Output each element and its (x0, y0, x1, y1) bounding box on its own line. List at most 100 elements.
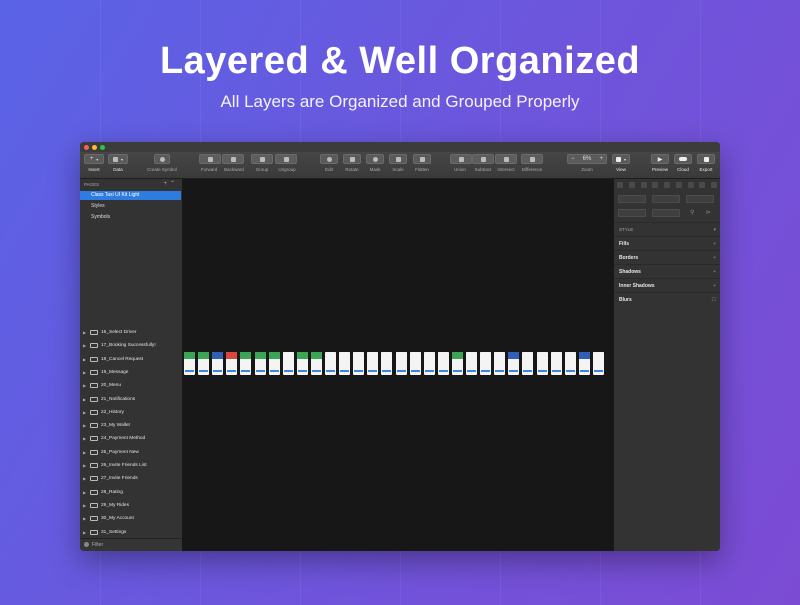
artboard-thumbnail[interactable] (226, 352, 238, 375)
x-position-field[interactable] (618, 195, 646, 203)
layer-row[interactable]: ▶ 30_My Account (80, 512, 181, 525)
artboard-thumbnail[interactable] (480, 352, 492, 375)
resize-icon[interactable] (711, 182, 717, 188)
layer-row[interactable]: ▶ 28_Rating (80, 486, 181, 499)
canvas[interactable] (182, 179, 613, 551)
align-right-icon[interactable] (640, 182, 647, 188)
layer-row[interactable]: ▶ 21_Notifications (80, 393, 181, 406)
edit-button[interactable]: Edit (319, 154, 339, 172)
artboard-thumbnail[interactable] (254, 352, 266, 375)
y-position-field[interactable] (652, 195, 680, 203)
artboard-thumbnail[interactable] (451, 352, 463, 375)
disclosure-arrow-icon[interactable]: ▶ (83, 393, 88, 406)
artboard-thumbnail[interactable] (437, 352, 449, 375)
disclosure-arrow-icon[interactable]: ▶ (83, 379, 88, 392)
add-border-icon[interactable]: + (713, 251, 716, 265)
add-fill-icon[interactable]: + (713, 237, 716, 251)
layer-row[interactable]: ▶ 16_Select Driver (80, 326, 181, 339)
difference-button[interactable]: Difference (519, 154, 545, 172)
layer-row[interactable]: ▶ 25_Payment New (80, 446, 181, 459)
mask-button[interactable]: Mask (365, 154, 385, 172)
view-button[interactable]: ▾ View (612, 154, 630, 172)
artboard-thumbnail[interactable] (466, 352, 477, 375)
shadows-section[interactable]: Shadows + (614, 264, 720, 278)
filter-bar[interactable]: Filter (80, 538, 181, 551)
artboard-thumbnail[interactable] (310, 352, 322, 375)
artboard-thumbnail[interactable] (564, 352, 576, 375)
union-button[interactable]: Union (450, 154, 472, 172)
ungroup-button[interactable]: Ungroup (275, 154, 299, 172)
align-top-icon[interactable] (652, 182, 659, 188)
artboard-thumbnail[interactable] (409, 352, 421, 375)
artboard-thumbnail[interactable] (522, 352, 534, 375)
artboard-thumbnail[interactable] (325, 352, 336, 375)
close-window-button[interactable] (84, 145, 89, 150)
disclosure-arrow-icon[interactable]: ▶ (83, 339, 88, 352)
layer-row[interactable]: ▶ 19_Message (80, 366, 181, 379)
disclosure-arrow-icon[interactable]: ▶ (83, 446, 88, 459)
disclosure-arrow-icon[interactable]: ▶ (83, 366, 88, 379)
backward-button[interactable]: Backward (222, 154, 246, 172)
height-field[interactable] (652, 209, 680, 217)
disclosure-arrow-icon[interactable]: ▶ (83, 526, 88, 539)
align-center-icon[interactable] (628, 182, 635, 188)
layer-row[interactable]: ▶ 27_Invite Friends (80, 472, 181, 485)
distribute-vertical-icon[interactable] (699, 182, 706, 188)
blur-toggle-icon[interactable]: ☐ (712, 293, 716, 307)
add-inner-shadow-icon[interactable]: + (713, 279, 716, 293)
preview-button[interactable]: ▶ Preview (651, 154, 669, 172)
artboard-thumbnail[interactable] (578, 352, 590, 375)
artboard-thumbnail[interactable] (536, 352, 548, 375)
align-middle-icon[interactable] (664, 182, 670, 188)
insert-button[interactable]: + ▾ Insert (84, 154, 104, 172)
layer-row[interactable]: ▶ 24_Payment Method (80, 432, 181, 445)
layer-row[interactable]: ▶ 23_My Wallet (80, 419, 181, 432)
disclosure-arrow-icon[interactable]: ▶ (83, 499, 88, 512)
zoom-control[interactable]: − 6% + Zoom (567, 154, 607, 172)
disclosure-arrow-icon[interactable]: ▶ (83, 419, 88, 432)
artboard-thumbnail[interactable] (494, 352, 506, 375)
forward-button[interactable]: Forward (199, 154, 221, 172)
layer-row[interactable]: ▶ 18_Cancel Request (80, 353, 181, 366)
data-button[interactable]: ▾ Data (108, 154, 128, 172)
fills-section[interactable]: Fills + (614, 236, 720, 250)
scale-button[interactable]: Scale (388, 154, 408, 172)
width-field[interactable] (618, 209, 646, 217)
zoom-out-icon[interactable]: − (571, 156, 575, 162)
disclosure-arrow-icon[interactable]: ▶ (83, 406, 88, 419)
inner-shadows-section[interactable]: Inner Shadows + (614, 278, 720, 292)
pages-controls[interactable]: +⌃ (163, 180, 178, 187)
artboard-thumbnail[interactable] (353, 352, 365, 375)
page-item-class-taxi-ui-kit-light[interactable]: Class Taxi UI Kit Light (80, 191, 181, 200)
artboard-thumbnail[interactable] (395, 352, 407, 375)
layer-row[interactable]: ▶ 17_Booking Successfully! (80, 339, 181, 352)
artboard-thumbnail[interactable] (198, 352, 210, 375)
export-button[interactable]: Export (697, 154, 715, 172)
layer-row[interactable]: ▶ 20_Menu (80, 379, 181, 392)
layer-row[interactable]: ▶ 31_Settings (80, 526, 181, 539)
align-bottom-icon[interactable] (675, 182, 682, 188)
rotation-field[interactable] (686, 195, 714, 203)
artboard-thumbnail[interactable] (184, 352, 195, 375)
zoom-in-icon[interactable]: + (599, 156, 603, 162)
disclosure-arrow-icon[interactable]: ▶ (83, 432, 88, 445)
subtract-button[interactable]: Subtract (472, 154, 494, 172)
artboard-thumbnail[interactable] (592, 352, 604, 375)
flatten-button[interactable]: Flatten (411, 154, 433, 172)
add-shadow-icon[interactable]: + (713, 265, 716, 279)
minimize-window-button[interactable] (92, 145, 97, 150)
page-item-symbols[interactable]: Symbols (80, 213, 181, 222)
cloud-button[interactable]: Cloud (674, 154, 692, 172)
chevron-down-icon[interactable]: ▾ (713, 223, 716, 237)
disclosure-arrow-icon[interactable]: ▶ (83, 486, 88, 499)
create-symbol-button[interactable]: Create Symbol (146, 154, 178, 172)
borders-section[interactable]: Borders + (614, 250, 720, 264)
zoom-window-button[interactable] (100, 145, 105, 150)
artboard-thumbnail[interactable] (367, 352, 379, 375)
layer-row[interactable]: ▶ 22_History (80, 406, 181, 419)
artboard-thumbnail[interactable] (550, 352, 562, 375)
layer-row[interactable]: ▶ 29_My Rides (80, 499, 181, 512)
flip-icon[interactable]: ⊳ (706, 209, 711, 216)
disclosure-arrow-icon[interactable]: ▶ (83, 459, 88, 472)
artboard-thumbnail[interactable] (296, 352, 308, 375)
